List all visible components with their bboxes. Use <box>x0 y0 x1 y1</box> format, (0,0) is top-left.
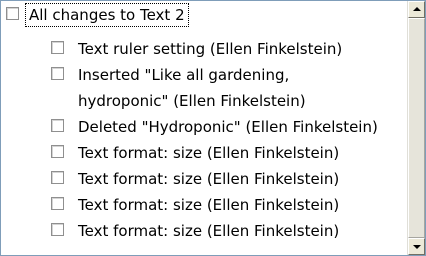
list-item[interactable]: Text ruler setting (Ellen Finkelstein) <box>1 38 406 60</box>
change-label: Text format: size (Ellen Finkelstein) <box>78 170 340 188</box>
list-item[interactable]: Text format: size (Ellen Finkelstein) <box>1 142 406 164</box>
change-checkbox[interactable] <box>51 197 64 210</box>
change-checkbox[interactable] <box>51 171 64 184</box>
change-label-continuation: hydroponic" (Ellen Finkelstein) <box>78 92 306 110</box>
scroll-down-button[interactable] <box>408 238 425 255</box>
list-item[interactable]: Text format: size (Ellen Finkelstein) <box>1 194 406 216</box>
list-item[interactable]: Inserted "Like all gardening, <box>1 64 406 86</box>
change-label: Text format: size (Ellen Finkelstein) <box>78 196 340 214</box>
change-label: Inserted "Like all gardening, <box>78 66 290 84</box>
changes-list: All changes to Text 2 Text ruler setting… <box>1 1 408 255</box>
change-checkbox[interactable] <box>51 223 64 236</box>
change-label: Text format: size (Ellen Finkelstein) <box>78 144 340 162</box>
change-checkbox[interactable] <box>51 41 64 54</box>
vertical-scrollbar[interactable] <box>407 1 425 255</box>
change-checkbox[interactable] <box>51 119 64 132</box>
scroll-up-arrow-icon <box>413 7 421 11</box>
list-item[interactable]: Text format: size (Ellen Finkelstein) <box>1 168 406 190</box>
list-item-continuation: hydroponic" (Ellen Finkelstein) <box>1 90 406 112</box>
list-item-all-changes[interactable]: All changes to Text 2 <box>1 3 406 27</box>
change-label: Deleted "Hydroponic" (Ellen Finkelstein) <box>78 118 378 136</box>
all-changes-checkbox[interactable] <box>6 7 19 20</box>
scrollbar-thumb[interactable] <box>408 18 425 238</box>
all-changes-label: All changes to Text 2 <box>25 3 189 27</box>
list-item[interactable]: Text format: size (Ellen Finkelstein) <box>1 220 406 242</box>
list-item[interactable]: Deleted "Hydroponic" (Ellen Finkelstein) <box>1 116 406 138</box>
change-label: Text ruler setting (Ellen Finkelstein) <box>78 40 343 58</box>
scroll-up-button[interactable] <box>408 1 425 18</box>
scroll-down-arrow-icon <box>413 245 421 249</box>
change-checkbox[interactable] <box>51 145 64 158</box>
change-checkbox[interactable] <box>51 67 64 80</box>
changes-listbox[interactable]: All changes to Text 2 Text ruler setting… <box>0 0 426 256</box>
change-label: Text format: size (Ellen Finkelstein) <box>78 222 340 240</box>
